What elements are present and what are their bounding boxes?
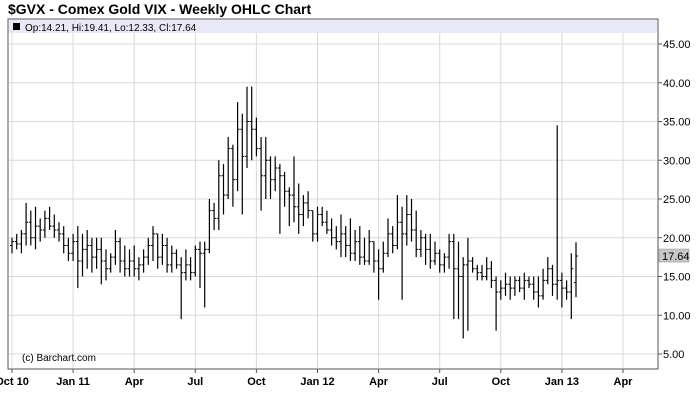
x-tick-label: Oct — [492, 376, 511, 388]
x-tick-label: Jan 12 — [300, 376, 334, 388]
ohlc-chart: Op:14.21, Hi:19.41, Lo:12.33, Cl:17.64 4… — [0, 18, 691, 388]
x-tick-label: Jul — [187, 376, 203, 388]
ohlc-legend: Op:14.21, Hi:19.41, Lo:12.33, Cl:17.64 — [25, 23, 197, 34]
last-price-marker: 17.64 — [658, 248, 690, 263]
y-tick-label: 15.00 — [663, 272, 691, 284]
x-tick-label: Apr — [369, 376, 389, 388]
y-tick-label: 40.00 — [663, 78, 691, 90]
y-tick-label: 10.00 — [663, 310, 691, 322]
y-tick-label: 45.00 — [663, 39, 691, 51]
credit-text: (c) Barchart.com — [22, 353, 96, 364]
x-tick-label: Jan 11 — [56, 376, 90, 388]
x-axis: Oct 10 Jan 11 Apr Jul Oct Jan 12 Apr Jul Oct Jan … — [0, 369, 633, 388]
plot-area — [7, 18, 659, 370]
x-tick-label: Apr — [125, 376, 145, 388]
y-axis: 45.00 40.00 35.00 30.00 25.00 20.00 15.00 10.00… — [658, 39, 691, 361]
y-tick-label: 20.00 — [663, 233, 691, 245]
x-tick-label: Jan 13 — [545, 376, 579, 388]
x-tick-label: Apr — [614, 376, 634, 388]
x-tick-label: Oct — [247, 376, 266, 388]
legend-swatch — [13, 23, 20, 30]
x-tick-label: Oct 10 — [0, 376, 29, 388]
last-price-label: 17.64 — [662, 251, 690, 263]
y-tick-label: 35.00 — [663, 117, 691, 129]
y-tick-label: 25.00 — [663, 194, 691, 206]
y-tick-label: 30.00 — [663, 155, 691, 167]
x-tick-label: Jul — [432, 376, 448, 388]
y-tick-label: 5.00 — [663, 349, 684, 361]
